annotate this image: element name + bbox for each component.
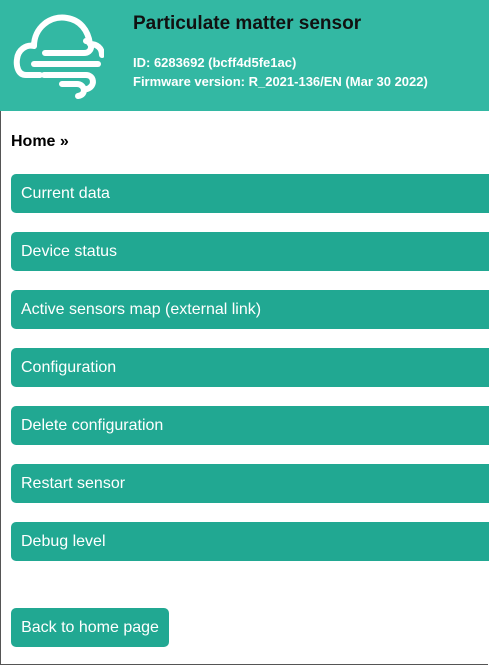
restart-sensor-button[interactable]: Restart sensor bbox=[11, 464, 489, 503]
sensors-map-link[interactable]: Active sensors map (external link) bbox=[11, 290, 489, 329]
device-id: ID: 6283692 (bcff4d5fe1ac) bbox=[133, 55, 297, 70]
debug-level-button[interactable]: Debug level bbox=[11, 522, 489, 561]
current-data-button[interactable]: Current data bbox=[11, 174, 489, 213]
device-status-button[interactable]: Device status bbox=[11, 232, 489, 271]
page-title: Particulate matter sensor bbox=[133, 13, 362, 34]
header: Particulate matter sensor ID: 6283692 (b… bbox=[0, 0, 489, 111]
back-to-home-button[interactable]: Back to home page bbox=[11, 608, 169, 647]
cloud-wind-icon bbox=[13, 14, 104, 99]
breadcrumb: Home » bbox=[11, 133, 69, 150]
configuration-button[interactable]: Configuration bbox=[11, 348, 489, 387]
delete-configuration-button[interactable]: Delete configuration bbox=[11, 406, 489, 445]
firmware-version: Firmware version: R_2021-136/EN (Mar 30 … bbox=[133, 74, 428, 89]
